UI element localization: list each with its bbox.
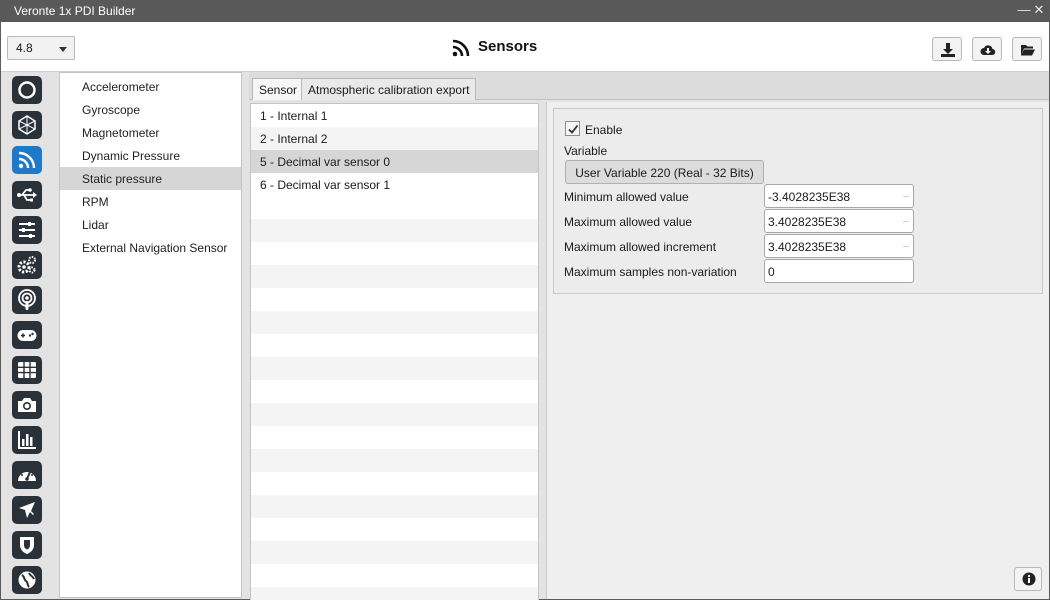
info-button[interactable] bbox=[1014, 567, 1042, 591]
nav-sensors[interactable] bbox=[12, 146, 42, 174]
list-item[interactable]: 1 - Internal 1 bbox=[251, 104, 538, 127]
nav-gauge[interactable] bbox=[12, 461, 42, 489]
variable-label: Variable bbox=[564, 144, 608, 158]
menu-item-lidar[interactable]: Lidar bbox=[60, 213, 241, 236]
podcast-icon bbox=[18, 289, 36, 310]
download-button[interactable] bbox=[932, 37, 962, 61]
nav-globe[interactable] bbox=[12, 566, 42, 594]
variable-select-button[interactable]: User Variable 220 (Real - 32 Bits) bbox=[565, 160, 764, 184]
cube-icon bbox=[18, 115, 36, 135]
cloud-download-icon bbox=[980, 45, 996, 56]
list-item-selected[interactable]: 5 - Decimal var sensor 0 bbox=[251, 150, 538, 173]
nav-gamepad[interactable] bbox=[12, 321, 42, 349]
nav-camera[interactable] bbox=[12, 391, 42, 419]
app-window: 4.8 Sensors Accelerometer Gyroscope Magn… bbox=[1, 22, 1049, 600]
max-samples-field[interactable]: 0 bbox=[764, 259, 914, 283]
nav-usb[interactable] bbox=[12, 181, 42, 209]
menu-item-static-pressure[interactable]: Static pressure bbox=[60, 167, 241, 190]
sensor-detail-panel: Enable Variable User Variable 220 (Real … bbox=[546, 102, 1049, 599]
max-allowed-label: Maximum allowed value bbox=[564, 215, 693, 229]
menu-item-external-navigation-sensor[interactable]: External Navigation Sensor bbox=[60, 236, 241, 259]
gauge-icon bbox=[18, 470, 36, 481]
module-icon-bar bbox=[8, 72, 44, 596]
header-bar: 4.8 Sensors bbox=[1, 22, 1049, 72]
tab-atmospheric-calibration-export[interactable]: Atmospheric calibration export bbox=[301, 78, 477, 100]
nav-cube[interactable] bbox=[12, 111, 42, 139]
open-folder-button[interactable] bbox=[1012, 37, 1042, 61]
empty-row bbox=[251, 403, 538, 426]
enable-checkbox[interactable] bbox=[565, 121, 580, 136]
nav-shield[interactable] bbox=[12, 531, 42, 559]
menu-item-gyroscope[interactable]: Gyroscope bbox=[60, 98, 241, 121]
menu-item-magnetometer[interactable]: Magnetometer bbox=[60, 121, 241, 144]
sliders-icon bbox=[19, 222, 35, 238]
menu-item-dynamic-pressure[interactable]: Dynamic Pressure bbox=[60, 144, 241, 167]
version-dropdown[interactable]: 4.8 bbox=[7, 36, 75, 60]
max-samples-label: Maximum samples non-variation bbox=[564, 265, 737, 279]
enable-label: Enable bbox=[585, 123, 623, 137]
tab-bar: Sensor Atmospheric calibration export bbox=[249, 72, 1049, 100]
minimize-button[interactable]: — bbox=[1017, 3, 1031, 17]
rss-icon bbox=[452, 39, 470, 57]
empty-row bbox=[251, 265, 538, 288]
list-item[interactable]: 6 - Decimal var sensor 1 bbox=[251, 173, 538, 196]
empty-row bbox=[251, 541, 538, 564]
field-suffix: -- bbox=[903, 241, 909, 251]
sensor-settings-group: Enable Variable User Variable 220 (Real … bbox=[553, 108, 1043, 294]
field-suffix: -- bbox=[903, 191, 909, 201]
page-title-text: Sensors bbox=[478, 38, 538, 55]
chevron-down-icon bbox=[59, 47, 67, 52]
rss-icon bbox=[18, 151, 36, 169]
globe-icon bbox=[18, 571, 36, 589]
gears-icon bbox=[17, 256, 36, 274]
max-increment-field[interactable]: 3.4028235E38 -- bbox=[764, 234, 914, 258]
plane-icon bbox=[19, 502, 35, 518]
nav-charts[interactable] bbox=[12, 426, 42, 454]
nav-podcast[interactable] bbox=[12, 286, 42, 314]
nav-power[interactable] bbox=[12, 76, 42, 104]
nav-sliders[interactable] bbox=[12, 216, 42, 244]
info-icon bbox=[1022, 572, 1036, 586]
sensor-type-menu: Accelerometer Gyroscope Magnetometer Dyn… bbox=[59, 72, 242, 598]
empty-row bbox=[251, 587, 538, 600]
field-suffix: -- bbox=[903, 216, 909, 226]
sensor-list: 1 - Internal 1 2 - Internal 2 5 - Decima… bbox=[250, 103, 539, 600]
menu-item-accelerometer[interactable]: Accelerometer bbox=[60, 75, 241, 98]
download-icon bbox=[941, 43, 955, 57]
empty-row bbox=[251, 357, 538, 380]
usb-icon bbox=[17, 188, 37, 202]
min-allowed-value: -3.4028235E38 bbox=[768, 190, 851, 204]
max-allowed-field[interactable]: 3.4028235E38 -- bbox=[764, 209, 914, 233]
empty-row bbox=[251, 449, 538, 472]
min-allowed-label: Minimum allowed value bbox=[564, 190, 689, 204]
title-bar: Veronte 1x PDI Builder — ✕ bbox=[0, 0, 1050, 22]
nav-flight[interactable] bbox=[12, 496, 42, 524]
window-title: Veronte 1x PDI Builder bbox=[14, 4, 136, 18]
nav-settings[interactable] bbox=[12, 251, 42, 279]
checkmark-icon bbox=[568, 124, 579, 134]
nav-grid[interactable] bbox=[12, 356, 42, 384]
shield-icon bbox=[20, 537, 34, 554]
version-value: 4.8 bbox=[16, 41, 33, 55]
power-ring-icon bbox=[18, 81, 36, 99]
grid-icon bbox=[18, 362, 36, 378]
max-samples-value: 0 bbox=[768, 265, 775, 279]
tab-sensor[interactable]: Sensor bbox=[252, 78, 305, 100]
gamepad-icon bbox=[17, 330, 37, 341]
bar-chart-icon bbox=[18, 431, 36, 449]
folder-open-icon bbox=[1021, 45, 1035, 56]
menu-item-rpm[interactable]: RPM bbox=[60, 190, 241, 213]
list-item[interactable]: 2 - Internal 2 bbox=[251, 127, 538, 150]
camera-icon bbox=[18, 398, 36, 412]
empty-row bbox=[251, 311, 538, 334]
max-increment-label: Maximum allowed increment bbox=[564, 240, 717, 254]
max-allowed-value: 3.4028235E38 bbox=[768, 215, 847, 229]
min-allowed-field[interactable]: -3.4028235E38 -- bbox=[764, 184, 914, 208]
empty-row bbox=[251, 495, 538, 518]
max-increment-value: 3.4028235E38 bbox=[768, 240, 847, 254]
cloud-download-button[interactable] bbox=[972, 37, 1002, 61]
close-button[interactable]: ✕ bbox=[1032, 3, 1046, 17]
empty-row bbox=[251, 219, 538, 242]
